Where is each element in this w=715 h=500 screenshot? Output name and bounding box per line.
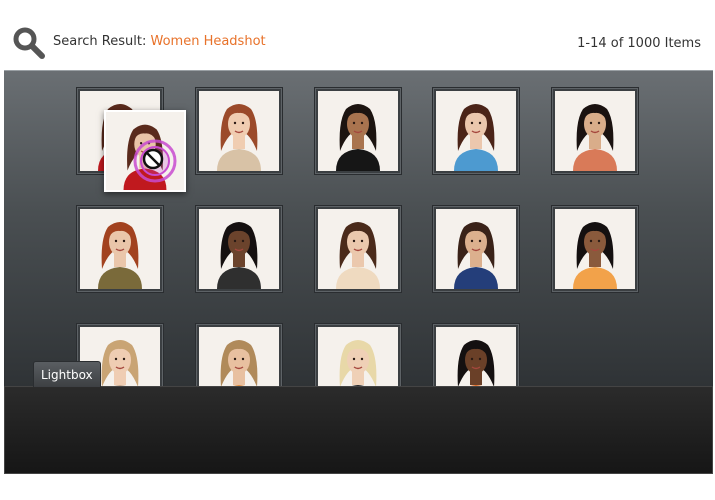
lightbox-tab[interactable]: Lightbox: [33, 361, 101, 387]
thumbnail-9[interactable]: [432, 205, 520, 293]
headshot-photo: [199, 209, 279, 289]
headshot-photo: [555, 209, 635, 289]
headshot-photo: [436, 91, 516, 171]
headshot-photo: [436, 209, 516, 289]
magnifier-icon[interactable]: [12, 26, 46, 60]
header: Search Result: Women Headshot 1-14 of 10…: [0, 0, 715, 70]
headshot-photo: [436, 327, 516, 386]
no-drop-icon: [133, 139, 177, 183]
search-term: Women Headshot: [150, 34, 266, 49]
headshot-photo: [318, 209, 398, 289]
thumbnail-10[interactable]: [551, 205, 639, 293]
result-count: 1-14 of 1000 Items: [577, 36, 701, 51]
search-prefix: Search Result:: [53, 34, 151, 49]
thumbnail-12[interactable]: [195, 323, 283, 386]
thumbnail-3[interactable]: [314, 87, 402, 175]
headshot-photo: [318, 327, 398, 386]
thumbnail-4[interactable]: [432, 87, 520, 175]
thumbnail-7[interactable]: [195, 205, 283, 293]
thumbnail-5[interactable]: [551, 87, 639, 175]
headshot-photo: [318, 91, 398, 171]
thumbnail-2[interactable]: [195, 87, 283, 175]
headshot-photo: [199, 327, 279, 386]
search-result-label: Search Result: Women Headshot: [53, 34, 266, 49]
headshot-photo: [555, 91, 635, 171]
lightbox-drop-area[interactable]: [4, 386, 713, 474]
thumbnail-13[interactable]: [314, 323, 402, 386]
thumbnail-6[interactable]: [76, 205, 164, 293]
headshot-photo: [199, 91, 279, 171]
thumbnail-8[interactable]: [314, 205, 402, 293]
headshot-photo: [80, 209, 160, 289]
thumbnail-14[interactable]: [432, 323, 520, 386]
